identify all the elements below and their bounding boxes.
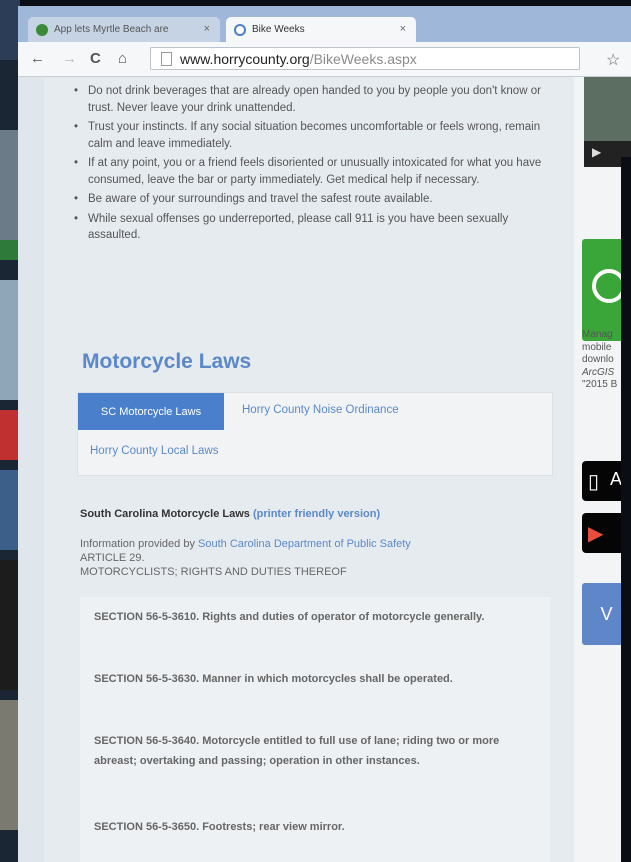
url-path: /BikeWeeks.aspx [309, 50, 417, 67]
overlapping-window-edge [621, 157, 631, 862]
law-section-3630[interactable]: SECTION 56-5-3630. Manner in which motor… [94, 669, 539, 689]
list-item: Be aware of your surroundings and travel… [72, 191, 552, 208]
tab-strip: App lets Myrtle Beach are × Bike Weeks × [18, 6, 631, 42]
browser-tab-myrtle-beach[interactable]: App lets Myrtle Beach are × [28, 17, 220, 42]
play-icon[interactable]: ▶ [592, 145, 601, 159]
browser-window: App lets Myrtle Beach are × Bike Weeks ×… [18, 6, 631, 862]
search-favicon-icon [36, 23, 48, 36]
info-prefix: Information provided by [80, 538, 195, 550]
law-sections-list: SECTION 56-5-3610. Rights and duties of … [80, 597, 550, 862]
url-domain: www.horrycounty.org [180, 50, 310, 67]
main-content: Do not drink beverages that are already … [44, 77, 574, 862]
page-icon [161, 51, 172, 66]
video-thumbnail[interactable]: ▶ [584, 77, 631, 167]
back-arrow-icon[interactable]: ← [30, 50, 45, 67]
list-item: If at any point, you or a friend feels d… [72, 155, 552, 188]
close-tab-icon[interactable]: × [400, 23, 406, 35]
article-title: MOTORCYCLISTS; RIGHTS AND DUTIES THEREOF [80, 566, 347, 578]
sidebar-line: Manag [582, 329, 613, 340]
tab-label: App lets Myrtle Beach are [54, 24, 169, 35]
browser-toolbar: ← → C ⌂ www.horrycounty.org/BikeWeeks.as… [18, 42, 631, 77]
sidebar-line: mobile [582, 341, 612, 353]
play-store-icon: ▶ [588, 523, 604, 545]
sidebar-line: downlo [582, 354, 614, 365]
safety-tips-list: Do not drink beverages that are already … [72, 83, 552, 247]
sc-laws-heading: South Carolina Motorcycle Laws (printer … [80, 508, 380, 520]
sidebar-line: "2015 B [582, 379, 618, 390]
tab-label: Bike Weeks [252, 24, 305, 35]
section-title: Motorcycle Laws [82, 350, 252, 373]
sidebar-line: ArcGIS [582, 366, 615, 378]
source-info: Information provided by South Carolina D… [80, 537, 411, 579]
background-window [0, 0, 20, 862]
tab-sc-motorcycle-laws[interactable]: SC Motorcycle Laws [78, 393, 224, 430]
dps-link[interactable]: South Carolina Department of Public Safe… [198, 538, 411, 550]
reload-icon[interactable]: C [90, 50, 101, 67]
list-item: While sexual offenses go underreported, … [72, 211, 552, 244]
printer-friendly-link[interactable]: (printer friendly version) [253, 508, 380, 520]
article-number: ARTICLE 29. [80, 552, 145, 564]
law-section-3610[interactable]: SECTION 56-5-3610. Rights and duties of … [94, 607, 539, 627]
list-item: Do not drink beverages that are already … [72, 83, 552, 116]
phone-icon: ▯ [588, 471, 600, 493]
forward-arrow-icon[interactable]: → [62, 50, 77, 67]
globe-favicon-icon [234, 23, 246, 36]
browser-tab-bike-weeks[interactable]: Bike Weeks × [226, 17, 416, 42]
law-section-3640[interactable]: SECTION 56-5-3640. Motorcycle entitled t… [94, 731, 539, 771]
heading-text: South Carolina Motorcycle Laws [80, 508, 250, 520]
list-item: Trust your instincts. If any social situ… [72, 119, 552, 152]
address-bar[interactable]: www.horrycounty.org/BikeWeeks.aspx [150, 47, 580, 70]
bookmark-star-icon[interactable]: ☆ [606, 50, 620, 70]
sidebar-text: Manag mobile downlo ArcGIS "2015 B [582, 329, 617, 392]
home-icon[interactable]: ⌂ [118, 50, 127, 67]
close-tab-icon[interactable]: × [204, 23, 210, 35]
web-page: Do not drink beverages that are already … [18, 77, 631, 862]
right-sidebar: ▶ Manag mobile downlo ArcGIS "2015 B ▯ A… [574, 77, 631, 862]
tab-horry-county-noise-ordinance[interactable]: Horry County Noise Ordinance [242, 404, 399, 416]
law-tabs: SC Motorcycle Laws Horry County Noise Or… [77, 392, 553, 476]
law-section-3650[interactable]: SECTION 56-5-3650. Footrests; rear view … [94, 817, 539, 837]
tab-horry-county-local-laws[interactable]: Horry County Local Laws [90, 445, 218, 457]
